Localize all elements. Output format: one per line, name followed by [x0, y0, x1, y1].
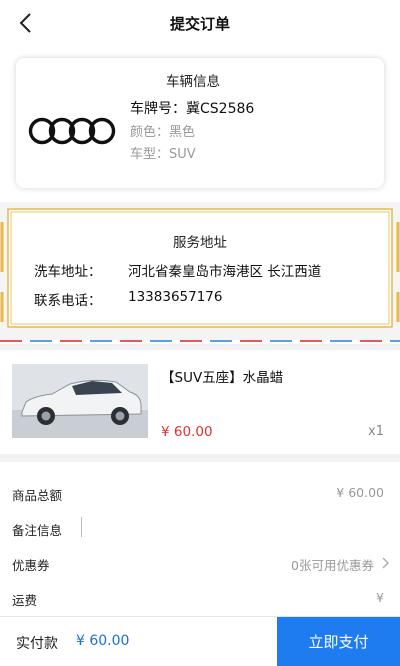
- remark-row[interactable]: 备注信息: [0, 511, 400, 545]
- shipping-row: 运费 ¥: [0, 581, 400, 615]
- goods-total-label: 商品总额: [12, 488, 63, 503]
- product-price: ¥ 60.00: [161, 424, 213, 440]
- plate-number: 车牌号：冀CS2586: [130, 101, 255, 117]
- phone-label: 联系电话：: [34, 293, 102, 309]
- vehicle-card[interactable]: 车辆信息 车牌号：冀CS2586 颜色：黑色 车型：SUV: [16, 58, 384, 188]
- audi-logo-icon: [28, 117, 116, 145]
- address-label: 洗车地址：: [34, 264, 102, 280]
- vehicle-section-title: 车辆信息: [166, 74, 220, 90]
- shipping-value: ¥: [376, 590, 384, 605]
- coupon-label: 优惠券: [12, 558, 50, 573]
- product-name: 【SUV五座】水晶蜡: [161, 370, 284, 386]
- vehicle-color: 颜色：黑色: [130, 125, 196, 140]
- shipping-label: 运费: [12, 593, 38, 608]
- service-address-section[interactable]: 服务地址 洗车地址： 河北省秦皇岛市海港区 长江西道 联系电话： 1338365…: [0, 202, 400, 344]
- address-value: 河北省秦皇岛市海港区 长江西道: [128, 264, 322, 280]
- phone-value: 13383657176: [128, 289, 223, 305]
- goods-total-row: 商品总额 ¥ 60.00: [0, 476, 400, 510]
- checkout-bar: 实付款 ¥ 60.00 立即支付: [0, 616, 400, 666]
- remark-label: 备注信息: [12, 523, 63, 538]
- order-summary: 商品总额 ¥ 60.00 备注信息 优惠券 0张可用优惠券 运费 ¥: [0, 462, 400, 616]
- page-title: 提交订单: [169, 15, 230, 33]
- coupon-row[interactable]: 优惠券 0张可用优惠券: [0, 546, 400, 580]
- vehicle-type: 车型：SUV: [130, 147, 196, 162]
- service-section-title: 服务地址: [173, 235, 227, 251]
- vehicle-section: 车辆信息 车牌号：冀CS2586 颜色：黑色 车型：SUV: [0, 46, 400, 202]
- remark-input[interactable]: [81, 517, 82, 537]
- coupon-value: 0张可用优惠券: [291, 558, 374, 573]
- paid-label: 实付款: [16, 636, 58, 652]
- product-item: 【SUV五座】水晶蜡 ¥ 60.00 x1: [0, 350, 400, 454]
- suv-car-image: [12, 364, 148, 438]
- product-quantity: x1: [368, 424, 384, 439]
- nav-bar: 提交订单: [0, 0, 400, 46]
- pay-now-button[interactable]: 立即支付: [277, 617, 400, 666]
- paid-amount: ¥ 60.00: [76, 633, 130, 649]
- goods-total-value: ¥ 60.00: [336, 485, 384, 500]
- order-page: 提交订单 车辆信息 车牌号：冀CS2586 颜色：黑色 车型：SUV 服务地址 …: [0, 0, 400, 666]
- chevron-right-icon: [382, 557, 389, 569]
